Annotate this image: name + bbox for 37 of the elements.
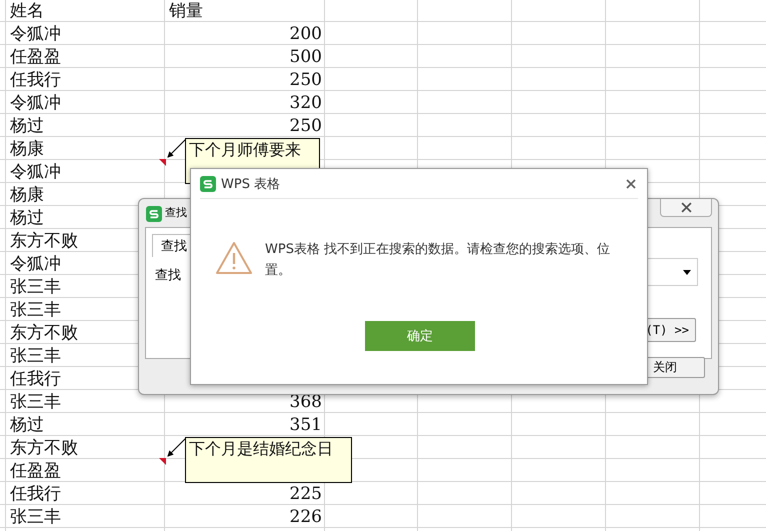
table-cell-text: 令狐冲: [10, 161, 61, 183]
table-cell: 368: [290, 392, 322, 412]
table-cell-text: 杨康: [10, 184, 44, 206]
table-cell-text: 张三丰: [10, 506, 61, 528]
table-cell: 226: [290, 506, 322, 526]
table-cell-text: 东方不败: [10, 230, 78, 252]
field-label: 查找: [155, 267, 181, 284]
table-cell-text: 张三丰: [10, 299, 61, 321]
table-cell: 250: [290, 116, 322, 136]
column-header: 姓名: [10, 0, 44, 22]
table-cell-text: 任我行: [10, 368, 61, 390]
column-header: 销量: [169, 0, 203, 22]
table-cell: 250: [290, 70, 322, 90]
table-cell-text: 杨过: [10, 115, 44, 137]
comment-note: 下个月是结婚纪念日: [185, 437, 352, 483]
table-cell: 320: [290, 92, 322, 112]
table-cell-text: 东方不败: [10, 322, 78, 344]
table-cell: 225: [290, 484, 322, 504]
table-cell-text: 张三丰: [10, 276, 61, 298]
table-cell: 200: [290, 24, 322, 44]
dialog-title: 查找: [165, 205, 187, 220]
table-cell-text: 令狐冲: [10, 23, 61, 45]
table-cell-text: 令狐冲: [10, 253, 61, 275]
table-cell-text: 杨过: [10, 207, 44, 229]
table-cell-text: 任我行: [10, 69, 61, 91]
table-cell-text: 杨康: [10, 138, 44, 160]
table-cell-text: 任盈盈: [10, 46, 61, 68]
table-cell: 500: [290, 46, 322, 66]
table-cell-text: 杨过: [10, 414, 44, 436]
table-cell-text: 令狐冲: [10, 92, 61, 114]
table-cell-text: 任盈盈: [10, 460, 61, 482]
table-cell-text: 张三丰: [10, 345, 61, 367]
table-cell-text: 张三丰: [10, 391, 61, 413]
alert-message: WPS表格 找不到正在搜索的数据。请检查您的搜索选项、位置。: [265, 241, 612, 280]
table-cell-text: 东方不败: [10, 437, 78, 459]
table-cell: 351: [290, 414, 322, 434]
table-cell-text: 任我行: [10, 483, 61, 505]
